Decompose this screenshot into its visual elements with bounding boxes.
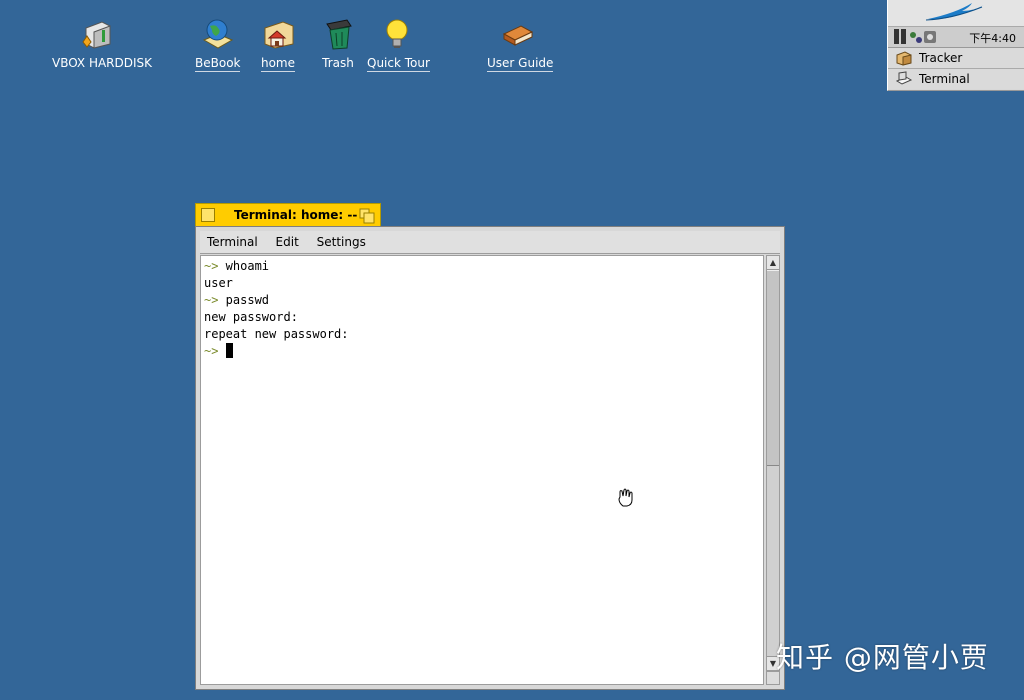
- vertical-scrollbar[interactable]: ▲ ▼: [766, 255, 780, 671]
- desktop-icon-label: home: [260, 56, 296, 72]
- desktop-icon-bebook[interactable]: BeBook: [195, 18, 241, 72]
- terminal-line: repeat new password:: [204, 326, 760, 343]
- deskbar-app-terminal[interactable]: Terminal: [888, 69, 1024, 89]
- window-title: Terminal: home: --: [234, 208, 358, 222]
- terminal-icon: [896, 71, 912, 85]
- book-icon: [502, 25, 534, 46]
- line-text: new password:: [204, 310, 298, 324]
- scroll-up-arrow-icon[interactable]: ▲: [767, 256, 779, 270]
- desktop-icon-label: User Guide: [487, 56, 554, 72]
- terminal-window-tab[interactable]: Terminal: home: --: [195, 203, 381, 227]
- terminal-line: new password:: [204, 309, 760, 326]
- harddisk-icon: [82, 21, 111, 49]
- line-text: [218, 344, 225, 358]
- desktop-icon-user-guide[interactable]: User Guide: [487, 18, 554, 72]
- line-text: repeat new password:: [204, 327, 349, 341]
- hand-pointer-icon: [618, 488, 633, 507]
- menu-terminal[interactable]: Terminal: [200, 231, 265, 249]
- deskbar-tray: 下午4:40: [888, 27, 1024, 48]
- desktop-icon-label: VBOX HARDDISK: [52, 56, 153, 70]
- prompt: ~>: [204, 259, 219, 273]
- trash-icon: [326, 19, 352, 50]
- desktop: VBOX HARDDISK BeBook home Trash Quick To…: [0, 0, 1024, 700]
- home-folder-icon: [264, 21, 294, 49]
- line-text: user: [204, 276, 233, 290]
- leaf-menu-button[interactable]: [888, 0, 1024, 27]
- tracker-icon: [896, 51, 912, 66]
- menu-settings[interactable]: Settings: [310, 231, 373, 249]
- clock[interactable]: 下午4:40: [969, 30, 1016, 46]
- tray-icons: [894, 29, 936, 44]
- desktop-icon-trash[interactable]: Trash: [320, 18, 356, 70]
- watermark: 知乎 @网管小贾: [776, 641, 989, 674]
- terminal-line: ~> whoami: [204, 258, 760, 275]
- desktop-icon-label: Trash: [322, 56, 354, 70]
- desktop-icon-quick-tour[interactable]: Quick Tour: [367, 18, 430, 72]
- text-cursor: [225, 343, 233, 358]
- scroll-thumb[interactable]: [767, 270, 779, 466]
- terminal-line: user: [204, 275, 760, 292]
- deskbar-app-tracker[interactable]: Tracker: [888, 48, 1024, 69]
- desktop-icon-label: BeBook: [195, 56, 241, 72]
- deskbar: 下午4:40 Tracker Terminal: [887, 0, 1024, 91]
- terminal-line: ~>: [204, 343, 760, 360]
- desktop-icon-home[interactable]: home: [259, 18, 297, 72]
- menu-edit[interactable]: Edit: [269, 231, 306, 249]
- line-text: whoami: [218, 259, 270, 273]
- prompt: ~>: [204, 344, 219, 358]
- deskbar-app-label: Tracker: [919, 51, 963, 65]
- prompt: ~>: [204, 293, 219, 307]
- terminal-line: ~> passwd: [204, 292, 760, 309]
- line-text: passwd: [218, 293, 270, 307]
- deskbar-app-label: Terminal: [919, 72, 970, 86]
- menu-bar: Terminal Edit Settings: [200, 231, 780, 254]
- close-button[interactable]: [201, 208, 215, 222]
- lightbulb-icon: [386, 19, 408, 48]
- zoom-button[interactable]: [359, 208, 375, 224]
- desktop-icon-label: Quick Tour: [367, 56, 430, 72]
- terminal-window: Terminal Edit Settings ~> whoami user ~>…: [195, 226, 785, 690]
- leaf-icon: [925, 3, 984, 21]
- globe-book-icon: [202, 19, 234, 49]
- desktop-icon-vbox-harddisk[interactable]: VBOX HARDDISK: [52, 18, 152, 70]
- terminal-output[interactable]: ~> whoami user ~> passwd new password: r…: [200, 255, 764, 685]
